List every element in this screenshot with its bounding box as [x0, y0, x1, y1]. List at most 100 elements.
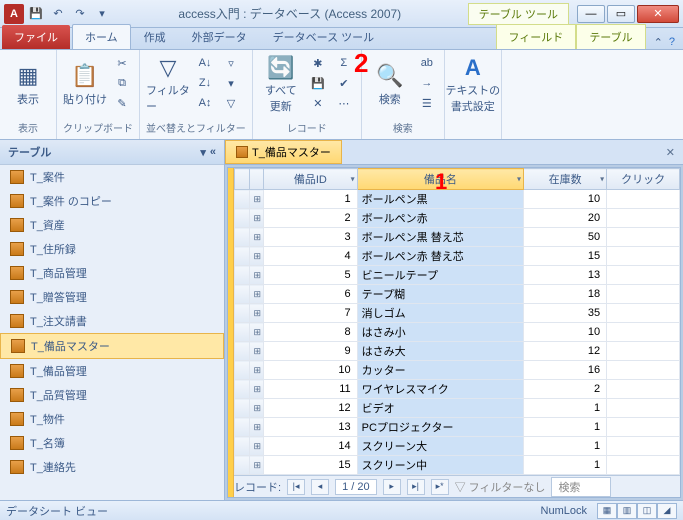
cell-stock[interactable]: 12: [524, 342, 607, 361]
row-header[interactable]: [235, 399, 250, 418]
cell-stock[interactable]: 13: [524, 266, 607, 285]
table-row[interactable]: ⊞6テープ糊18: [235, 285, 680, 304]
cell-stock[interactable]: 1: [524, 418, 607, 437]
cell-stock[interactable]: 18: [524, 285, 607, 304]
cell-id[interactable]: 12: [264, 399, 358, 418]
expand-button[interactable]: ⊞: [249, 190, 264, 209]
record-position[interactable]: 1 / 20: [335, 479, 377, 495]
expand-button[interactable]: ⊞: [249, 380, 264, 399]
nav-item[interactable]: T_連絡先: [0, 455, 224, 479]
formatpainter-button[interactable]: ✎: [111, 94, 133, 112]
cell-stock[interactable]: 1: [524, 399, 607, 418]
save-record-button[interactable]: 💾: [307, 74, 329, 92]
design-view-button[interactable]: ◢: [657, 503, 677, 519]
replace-button[interactable]: ab: [416, 54, 438, 72]
row-header[interactable]: [235, 361, 250, 380]
cell-name[interactable]: PCプロジェクター: [357, 418, 523, 437]
new-record-button[interactable]: ✱: [307, 54, 329, 72]
find-button[interactable]: 🔍検索: [368, 54, 412, 114]
col-id[interactable]: 備品ID▾: [264, 169, 358, 190]
table-row[interactable]: ⊞15スクリーン中1: [235, 456, 680, 475]
qat-save-icon[interactable]: 💾: [26, 4, 46, 24]
row-header[interactable]: [235, 437, 250, 456]
clear-sort-button[interactable]: A↕: [194, 94, 216, 112]
cell-name[interactable]: カッター: [357, 361, 523, 380]
advanced-filter-button[interactable]: ▾: [220, 74, 242, 92]
document-close-button[interactable]: ✕: [658, 146, 683, 159]
cell-click[interactable]: [607, 380, 680, 399]
row-header[interactable]: [235, 418, 250, 437]
cell-name[interactable]: ボールペン黒 替え芯: [357, 228, 523, 247]
views-button[interactable]: ▦表示: [6, 54, 50, 114]
expand-button[interactable]: ⊞: [249, 285, 264, 304]
cell-stock[interactable]: 10: [524, 323, 607, 342]
record-search[interactable]: 検索: [551, 477, 611, 497]
first-record-button[interactable]: |◂: [287, 479, 305, 495]
expand-button[interactable]: ⊞: [249, 418, 264, 437]
qat-undo-icon[interactable]: ↶: [48, 4, 68, 24]
expand-button[interactable]: ⊞: [249, 342, 264, 361]
cell-stock[interactable]: 15: [524, 247, 607, 266]
tab-dbtools[interactable]: データベース ツール: [260, 24, 388, 49]
expand-button[interactable]: ⊞: [249, 437, 264, 456]
nav-item[interactable]: T_住所録: [0, 237, 224, 261]
minimize-button[interactable]: —: [577, 5, 605, 23]
row-header[interactable]: [235, 456, 250, 475]
table-row[interactable]: ⊞3ボールペン黒 替え芯50: [235, 228, 680, 247]
cell-id[interactable]: 11: [264, 380, 358, 399]
nav-item[interactable]: T_贈答管理: [0, 285, 224, 309]
tab-field[interactable]: フィールド: [496, 24, 577, 49]
cell-click[interactable]: [607, 304, 680, 323]
qat-redo-icon[interactable]: ↷: [70, 4, 90, 24]
cell-stock[interactable]: 50: [524, 228, 607, 247]
cell-id[interactable]: 9: [264, 342, 358, 361]
table-row[interactable]: ⊞7消しゴム35: [235, 304, 680, 323]
cell-id[interactable]: 5: [264, 266, 358, 285]
cell-id[interactable]: 6: [264, 285, 358, 304]
expand-button[interactable]: ⊞: [249, 323, 264, 342]
sort-desc-button[interactable]: Z↓: [194, 74, 216, 92]
col-stock[interactable]: 在庫数▾: [524, 169, 607, 190]
expand-button[interactable]: ⊞: [249, 247, 264, 266]
expand-button[interactable]: ⊞: [249, 228, 264, 247]
nav-item[interactable]: T_商品管理: [0, 261, 224, 285]
cell-stock[interactable]: 20: [524, 209, 607, 228]
text-format-button[interactable]: Aテキストの 書式設定: [451, 54, 495, 114]
cell-id[interactable]: 13: [264, 418, 358, 437]
cell-click[interactable]: [607, 209, 680, 228]
col-click[interactable]: クリック: [607, 169, 680, 190]
nav-item[interactable]: T_注文請書: [0, 309, 224, 333]
cell-click[interactable]: [607, 285, 680, 304]
tab-external[interactable]: 外部データ: [179, 24, 260, 49]
nav-item[interactable]: T_品質管理: [0, 383, 224, 407]
cell-name[interactable]: テープ糊: [357, 285, 523, 304]
datasheet-view-button[interactable]: ▦: [597, 503, 617, 519]
expand-button[interactable]: ⊞: [249, 304, 264, 323]
table-row[interactable]: ⊞13PCプロジェクター1: [235, 418, 680, 437]
cell-id[interactable]: 4: [264, 247, 358, 266]
expand-button[interactable]: ⊞: [249, 209, 264, 228]
cell-id[interactable]: 8: [264, 323, 358, 342]
nav-item[interactable]: T_名簿: [0, 431, 224, 455]
cell-stock[interactable]: 16: [524, 361, 607, 380]
nav-item[interactable]: T_案件: [0, 165, 224, 189]
nav-item[interactable]: T_備品マスター: [0, 333, 224, 359]
chevron-down-icon[interactable]: ▾: [517, 175, 521, 184]
row-header[interactable]: [235, 304, 250, 323]
cell-click[interactable]: [607, 190, 680, 209]
table-row[interactable]: ⊞11ワイヤレスマイク2: [235, 380, 680, 399]
document-tab[interactable]: T_備品マスター: [225, 140, 342, 164]
maximize-button[interactable]: ▭: [607, 5, 635, 23]
expand-button[interactable]: ⊞: [249, 361, 264, 380]
cell-id[interactable]: 3: [264, 228, 358, 247]
cell-click[interactable]: [607, 361, 680, 380]
row-header[interactable]: [235, 190, 250, 209]
select-button[interactable]: ☰: [416, 94, 438, 112]
expand-button[interactable]: ⊞: [249, 266, 264, 285]
cell-name[interactable]: ビニールテープ: [357, 266, 523, 285]
expand-button[interactable]: ⊞: [249, 456, 264, 475]
table-row[interactable]: ⊞9はさみ大12: [235, 342, 680, 361]
cell-click[interactable]: [607, 399, 680, 418]
app-icon[interactable]: A: [4, 4, 24, 24]
toggle-filter-button[interactable]: ▽: [220, 94, 242, 112]
